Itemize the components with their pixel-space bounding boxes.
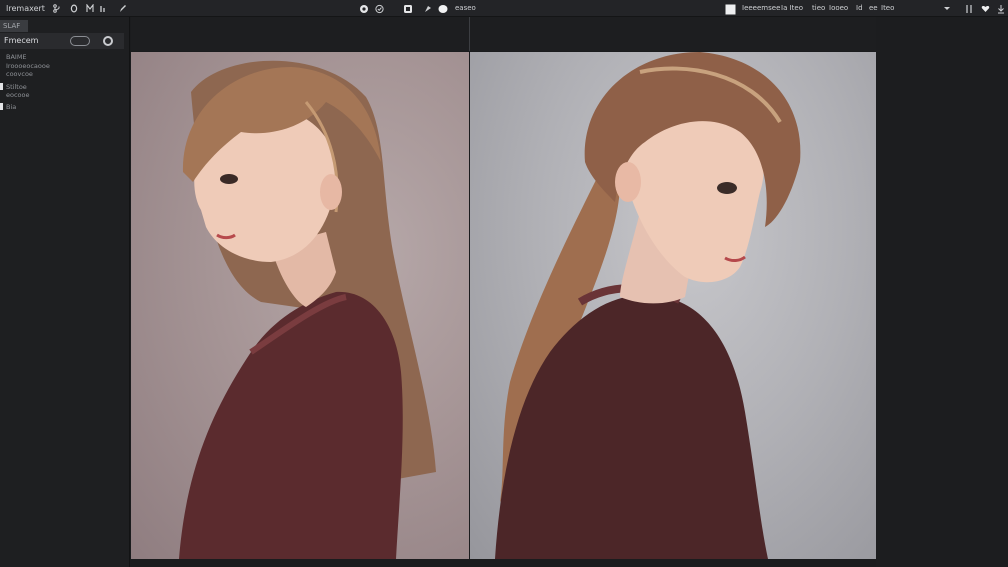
- refresh-icon[interactable]: [103, 36, 113, 46]
- canvas-header-strip: [131, 17, 876, 51]
- menu-item-3[interactable]: tieo: [812, 0, 825, 17]
- bottom-strip: [131, 559, 876, 567]
- menu-item-5[interactable]: Id: [856, 0, 863, 17]
- frame-icon[interactable]: [403, 0, 413, 17]
- sidebar-marker: [0, 83, 3, 90]
- left-portrait-illustration: [179, 60, 436, 559]
- sidebar-tag: SLAF: [0, 20, 28, 32]
- left-sidebar: SLAF Fmecem BAIME Iroooeocaooe coovcoe S…: [0, 17, 130, 567]
- checkbox-icon[interactable]: [725, 0, 736, 17]
- circle-icon[interactable]: [70, 0, 78, 17]
- right-panel: [876, 17, 1008, 567]
- sidebar-item-5: eocooe: [6, 91, 30, 99]
- sidebar-marker-2: [0, 103, 3, 110]
- branch-icon[interactable]: [53, 0, 61, 17]
- sidebar-title: Fmecem: [4, 36, 39, 45]
- dropdown-icon[interactable]: [943, 0, 951, 17]
- left-comparison-image[interactable]: [131, 52, 469, 559]
- app-title: Iremaxert: [6, 4, 45, 13]
- sidebar-item-3: coovcoe: [6, 70, 33, 78]
- menu-item-4[interactable]: Iooeo: [829, 0, 848, 17]
- sidebar-item-6[interactable]: Bia: [6, 103, 16, 111]
- settings-icon[interactable]: [359, 0, 369, 17]
- pin-icon[interactable]: [424, 0, 432, 17]
- view-label[interactable]: easeo: [455, 0, 476, 17]
- bars-icon[interactable]: [99, 0, 107, 17]
- compare-divider[interactable]: [469, 17, 470, 51]
- download-icon[interactable]: [997, 0, 1005, 17]
- sidebar-item-1[interactable]: BAIME: [6, 53, 27, 61]
- right-portrait-illustration: [495, 52, 801, 559]
- sidebar-item-2[interactable]: Iroooeocaooe: [6, 62, 50, 70]
- heart-icon[interactable]: [981, 0, 990, 17]
- menu-item-7[interactable]: Iteo: [881, 0, 894, 17]
- brush-icon[interactable]: [437, 0, 448, 17]
- menu-item-2[interactable]: Ia Iteo: [781, 0, 803, 17]
- top-toolbar: Iremaxert easeo Ieeeemsee Ia Iteo tieo I…: [0, 0, 1008, 17]
- menu-item-1[interactable]: Ieeeemsee: [742, 0, 780, 17]
- menu-item-6[interactable]: ee: [869, 0, 878, 17]
- right-comparison-image[interactable]: [470, 52, 876, 559]
- pen-icon[interactable]: [119, 0, 127, 17]
- split-icon[interactable]: [965, 0, 973, 17]
- sidebar-item-4[interactable]: Stiltoe: [6, 83, 27, 91]
- letter-m-icon[interactable]: [86, 0, 94, 17]
- toggle-pill-icon[interactable]: [70, 36, 90, 46]
- check-icon[interactable]: [375, 0, 384, 17]
- sidebar-header[interactable]: Fmecem: [0, 33, 124, 49]
